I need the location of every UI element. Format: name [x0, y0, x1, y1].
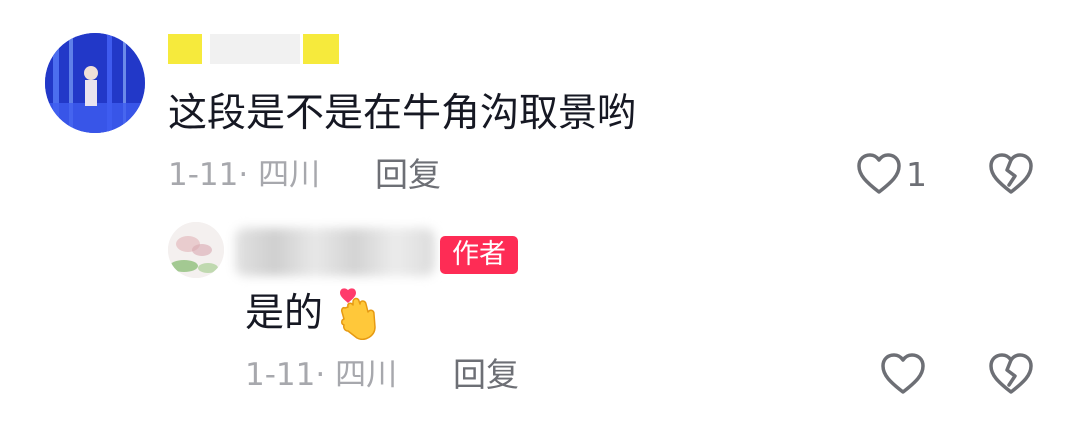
- broken-heart-icon[interactable]: [988, 152, 1034, 196]
- username-redacted[interactable]: [168, 34, 202, 64]
- heart-icon[interactable]: [856, 152, 902, 196]
- heart-icon[interactable]: [880, 352, 926, 396]
- reply-meta: 1-11· 四川: [245, 357, 398, 393]
- comment-text: 这段是不是在牛角沟取景哟: [168, 91, 637, 136]
- author-badge: 作者: [440, 236, 518, 274]
- broken-heart-icon[interactable]: [988, 352, 1034, 396]
- reply-username-redacted[interactable]: [235, 228, 435, 276]
- username-redacted[interactable]: [303, 34, 339, 64]
- reply-avatar[interactable]: [168, 222, 224, 278]
- reply-text: 是的: [245, 291, 324, 336]
- reply-button[interactable]: 回复: [375, 155, 441, 195]
- like-count: 1: [906, 155, 927, 194]
- avatar[interactable]: [45, 33, 145, 133]
- username-redacted[interactable]: [210, 34, 300, 64]
- reply-to-reply-button[interactable]: 回复: [453, 355, 519, 395]
- heart-hands-emoji-icon: [340, 288, 376, 340]
- comment-meta: 1-11· 四川: [168, 157, 321, 193]
